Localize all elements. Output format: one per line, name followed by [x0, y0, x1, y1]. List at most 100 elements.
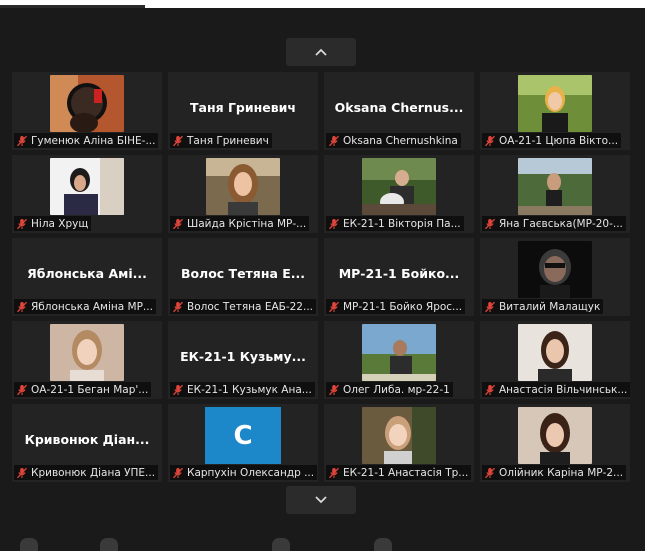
participant-tile[interactable]: Кривонюк Діан... Кривонюк Діана УПЕ... [12, 404, 162, 482]
participant-video [518, 407, 592, 464]
toolbar-control[interactable] [374, 538, 392, 551]
participant-nameplate: Oksana Chernushkina [326, 133, 461, 148]
window-top-strip [0, 0, 645, 8]
participant-tile[interactable]: Ніла Хрущ [12, 155, 162, 233]
muted-mic-icon [485, 384, 495, 395]
participant-tile[interactable]: Шайда Крістіна МР-... [168, 155, 318, 233]
muted-mic-icon [485, 467, 495, 478]
participant-name-label: Анастасія Вільчинськ... [499, 383, 628, 396]
participant-tile[interactable]: Волос Тетяна Е... Волос Тетяна ЕАБ-22... [168, 238, 318, 316]
participant-display-name: Таня Гриневич [189, 100, 296, 115]
participant-tile[interactable]: Oksana Chernus... Oksana Chernushkina [324, 72, 474, 150]
chevron-down-icon [315, 496, 327, 504]
participant-tile[interactable]: Олег Либа. мр-22-1 [324, 321, 474, 399]
participant-name-label: ЕК-21-1 Вікторія Па... [343, 217, 461, 230]
participant-display-name: Oksana Chernus... [334, 100, 464, 115]
muted-mic-icon [329, 135, 339, 146]
participant-nameplate: ЕК-21-1 Вікторія Па... [326, 216, 464, 231]
participant-tile[interactable]: Олійник Каріна МР-2... [480, 404, 630, 482]
participant-display-name: Волос Тетяна Е... [180, 266, 306, 281]
participant-display-name: МР-21-1 Бойко... [338, 266, 460, 281]
chevron-up-icon [315, 48, 327, 56]
participant-name-label: Карпухін Олександр ... [187, 466, 315, 479]
participant-nameplate: ОА-21-1 Беган Мар'... [14, 382, 152, 397]
participant-name-label: Яблонська Аміна МР... [31, 300, 153, 313]
muted-mic-icon [329, 384, 339, 395]
participant-name-label: Виталий Малащук [499, 300, 601, 313]
participant-video [362, 158, 436, 215]
muted-mic-icon [329, 301, 339, 312]
participant-name-label: Шайда Крістіна МР-... [187, 217, 307, 230]
toolbar-control[interactable] [20, 538, 38, 551]
toolbar-control[interactable] [100, 538, 118, 551]
muted-mic-icon [329, 467, 339, 478]
participant-grid: Гуменюк Аліна БІНЕ-... Таня Гриневич Таня … [12, 72, 630, 482]
participant-name-label: Ніла Хрущ [31, 217, 89, 230]
muted-mic-icon [485, 301, 495, 312]
toolbar-control[interactable] [272, 538, 290, 551]
participant-tile[interactable]: ОА-21-1 Беган Мар'... [12, 321, 162, 399]
muted-mic-icon [17, 384, 27, 395]
participant-nameplate: Волос Тетяна ЕАБ-22... [170, 299, 316, 314]
participant-name-label: Олег Либа. мр-22-1 [343, 383, 450, 396]
participant-name-label: ЕК-21-1 Кузьмук Ана... [187, 383, 312, 396]
participant-nameplate: Олійник Каріна МР-2... [482, 465, 627, 480]
participant-name-label: ОА-21-1 Беган Мар'... [31, 383, 149, 396]
participant-video [518, 75, 592, 132]
participant-tile[interactable]: МР-21-1 Бойко... МР-21-1 Бойко Ярос... [324, 238, 474, 316]
participant-tile[interactable]: ЕК-21-1 Анастасія Тр... [324, 404, 474, 482]
participant-display-name: Яблонська Амі... [27, 266, 147, 281]
participant-name-label: Олійник Каріна МР-2... [499, 466, 624, 479]
muted-mic-icon [485, 135, 495, 146]
participant-tile[interactable]: Виталий Малащук [480, 238, 630, 316]
participant-tile[interactable]: C Карпухін Олександр ... [168, 404, 318, 482]
participant-name-label: Яна Гаєвська(МР-20-... [499, 217, 623, 230]
participant-nameplate: Ніла Хрущ [14, 216, 92, 231]
participant-video [518, 324, 592, 381]
previous-page-button[interactable] [286, 38, 356, 66]
participant-nameplate: Олег Либа. мр-22-1 [326, 382, 453, 397]
participant-video [518, 241, 592, 298]
participant-name-label: Oksana Chernushkina [343, 134, 458, 147]
participant-nameplate: Карпухін Олександр ... [170, 465, 318, 480]
participant-video [362, 324, 436, 381]
participant-name-label: ЕК-21-1 Анастасія Тр... [343, 466, 469, 479]
meeting-gallery-window: Гуменюк Аліна БІНЕ-... Таня Гриневич Таня … [0, 0, 653, 551]
muted-mic-icon [173, 467, 183, 478]
participant-tile[interactable]: Яна Гаєвська(МР-20-... [480, 155, 630, 233]
participant-tile[interactable]: ЕК-21-1 Вікторія Па... [324, 155, 474, 233]
participant-nameplate: ЕК-21-1 Кузьмук Ана... [170, 382, 315, 397]
participant-tile[interactable]: Гуменюк Аліна БІНЕ-... [12, 72, 162, 150]
participant-nameplate: ОА-21-1 Цюпа Вікто... [482, 133, 622, 148]
next-page-button[interactable] [286, 486, 356, 514]
participant-nameplate: Гуменюк Аліна БІНЕ-... [14, 133, 159, 148]
muted-mic-icon [173, 218, 183, 229]
participant-nameplate: Шайда Крістіна МР-... [170, 216, 310, 231]
participant-tile[interactable]: Анастасія Вільчинськ... [480, 321, 630, 399]
participant-video [206, 158, 280, 215]
participant-nameplate: Яблонська Аміна МР... [14, 299, 156, 314]
participant-nameplate: МР-21-1 Бойко Ярос... [326, 299, 466, 314]
participant-video [50, 75, 124, 132]
muted-mic-icon [17, 301, 27, 312]
muted-mic-icon [173, 301, 183, 312]
participant-tile[interactable]: ОА-21-1 Цюпа Вікто... [480, 72, 630, 150]
participant-display-name: Кривонюк Діан... [24, 432, 150, 447]
participant-video [518, 158, 592, 215]
participant-nameplate: Яна Гаєвська(МР-20-... [482, 216, 626, 231]
participant-tile[interactable]: Яблонська Амі... Яблонська Аміна МР... [12, 238, 162, 316]
muted-mic-icon [485, 218, 495, 229]
muted-mic-icon [17, 467, 27, 478]
muted-mic-icon [173, 384, 183, 395]
participant-video [50, 158, 124, 215]
muted-mic-icon [17, 218, 27, 229]
participant-name-label: Волос Тетяна ЕАБ-22... [187, 300, 313, 313]
participant-tile[interactable]: Таня Гриневич Таня Гриневич [168, 72, 318, 150]
muted-mic-icon [17, 135, 27, 146]
participant-video [362, 407, 436, 464]
participant-nameplate: Кривонюк Діана УПЕ... [14, 465, 159, 480]
participant-nameplate: Виталий Малащук [482, 299, 604, 314]
participant-name-label: Гуменюк Аліна БІНЕ-... [31, 134, 156, 147]
participant-tile[interactable]: ЕК-21-1 Кузьму... ЕК-21-1 Кузьмук Ана... [168, 321, 318, 399]
participant-name-label: Кривонюк Діана УПЕ... [31, 466, 156, 479]
